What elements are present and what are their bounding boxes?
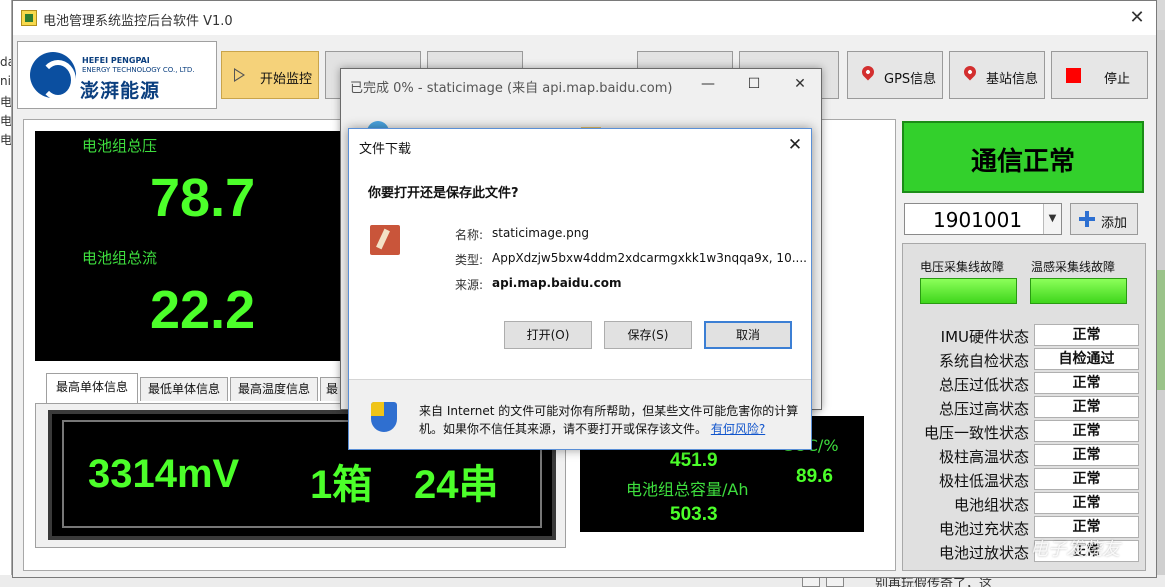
pack-current-value: 22.2 <box>150 280 256 340</box>
risk-link[interactable]: 有何风险? <box>711 422 765 436</box>
pack-gauge-panel: 电池组总压 78.7 电池组总流 22.2 <box>35 131 345 361</box>
bg-view-button[interactable] <box>826 577 844 587</box>
stop-button[interactable]: 停止 <box>1051 51 1148 99</box>
status-name-pole-low-temp: 极柱低温状态 <box>938 472 1029 490</box>
logo-company-name: 澎湃能源 <box>80 80 161 102</box>
bg-text: 电 <box>0 133 11 147</box>
file-source-value: api.map.baidu.com <box>492 276 622 290</box>
status-name-overdischarge: 电池过放状态 <box>938 544 1029 562</box>
save-button[interactable]: 保存(S) <box>604 321 692 349</box>
file-source-key: 来源: <box>455 278 484 292</box>
add-device-label: 添加 <box>1101 216 1128 231</box>
file-name-key: 名称: <box>455 228 484 242</box>
minimize-button[interactable]: — <box>693 73 723 95</box>
close-browser-button[interactable]: ✕ <box>785 73 815 95</box>
status-name-overcharge: 电池过充状态 <box>938 520 1029 538</box>
play-icon <box>234 68 245 82</box>
bg-text: 电 <box>0 95 11 109</box>
bg-view-button[interactable] <box>802 577 820 587</box>
image-file-icon <box>370 225 400 255</box>
tab-min-cell[interactable]: 最低单体信息 <box>140 377 228 401</box>
bg-text: niv <box>0 74 11 88</box>
station-info-button[interactable]: 基站信息 <box>949 51 1045 99</box>
file-type-key: 类型: <box>455 253 484 267</box>
company-logo: HEFEI PENGPAI ENERGY TECHNOLOGY CO., LTD… <box>17 41 217 109</box>
temp-line-fault-label: 温感采集线故障 <box>1031 260 1116 274</box>
voltage-line-fault-led <box>920 278 1017 304</box>
file-type-value: AppXdzjw5bxw4ddm2xdcarmgxkk1w3nqqa9x, 10… <box>492 251 807 265</box>
status-name-overvoltage: 总压过高状态 <box>938 400 1029 418</box>
status-panel: 电压采集线故障 温感采集线故障 IMU硬件状态 正常 系统自检状态 自检通过 总… <box>902 243 1146 571</box>
gps-info-button[interactable]: GPS信息 <box>847 51 943 99</box>
plus-icon <box>1079 211 1095 227</box>
logo-text-line1: HEFEI PENGPAI <box>82 56 150 65</box>
voltage-line-fault-label: 电压采集线故障 <box>920 260 1005 274</box>
capacity-value: 503.3 <box>670 504 718 525</box>
soc-value: 89.6 <box>796 466 833 487</box>
stop-label: 停止 <box>1104 72 1131 87</box>
shield-icon <box>371 402 397 432</box>
status-value-selfcheck: 自检通过 <box>1034 348 1139 370</box>
status-value-pole-low-temp: 正常 <box>1034 468 1139 490</box>
logo-mark-icon <box>30 52 76 100</box>
status-value-overvoltage: 正常 <box>1034 396 1139 418</box>
device-id-select[interactable]: 1901001 ▼ <box>904 203 1062 235</box>
status-value-imu: 正常 <box>1034 324 1139 346</box>
temp-line-fault-led <box>1030 278 1127 304</box>
cell-string-value: 24串 <box>414 463 499 507</box>
start-monitor-label: 开始监控 <box>260 72 313 87</box>
station-info-label: 基站信息 <box>986 72 1039 87</box>
logo-text-line2: ENERGY TECHNOLOGY CO., LTD. <box>82 66 195 74</box>
status-name-imu: IMU硬件状态 <box>940 328 1029 346</box>
chevron-down-icon[interactable]: ▼ <box>1043 204 1061 234</box>
cancel-button[interactable]: 取消 <box>704 321 792 349</box>
status-name-pole-high-temp: 极柱高温状态 <box>938 448 1029 466</box>
file-download-dialog: 文件下载 ✕ 你要打开还是保存此文件? 名称: staticimage.png … <box>348 128 812 450</box>
status-value-pole-high-temp: 正常 <box>1034 444 1139 466</box>
start-monitor-button[interactable]: 开始监控 <box>221 51 319 99</box>
dialog-title: 文件下载 <box>359 142 412 157</box>
gps-info-label: GPS信息 <box>884 72 937 87</box>
status-value-undervoltage: 正常 <box>1034 372 1139 394</box>
tab-max-cell[interactable]: 最高单体信息 <box>46 373 138 403</box>
map-pin-icon <box>961 63 979 81</box>
file-name-value: staticimage.png <box>492 226 589 240</box>
comm-status-text: 通信正常 <box>970 147 1075 177</box>
status-value-consistency: 正常 <box>1034 420 1139 442</box>
capacity-label: 电池组总容量/Ah <box>626 480 749 499</box>
status-name-pack: 电池组状态 <box>953 496 1029 514</box>
maximize-button[interactable]: ☐ <box>739 73 769 95</box>
status-value-pack: 正常 <box>1034 492 1139 514</box>
background-window-strip: da niv 电 电 电 <box>0 0 12 587</box>
device-id-value: 1901001 <box>933 208 1023 232</box>
status-name-undervoltage: 总压过低状态 <box>938 376 1029 394</box>
browser-progress-title: 已完成 0% - staticimage (来自 api.map.baidu.c… <box>350 81 673 96</box>
pack-voltage-label: 电池组总压 <box>82 137 158 155</box>
pack-current-label: 电池组总流 <box>82 249 158 267</box>
close-dialog-button[interactable]: ✕ <box>783 133 807 157</box>
top-value: 451.9 <box>670 450 718 471</box>
dialog-question: 你要打开还是保存此文件? <box>368 186 519 201</box>
title-bar: 电池管理系统监控后台软件 V1.0 ✕ <box>13 1 1156 35</box>
warning-message: 来自 Internet 的文件可能对你有所帮助，但某些文件可能危害你的计算机。如… <box>419 402 799 438</box>
tab-max-temp[interactable]: 最高温度信息 <box>230 377 318 401</box>
pack-voltage-value: 78.7 <box>150 168 256 228</box>
stop-icon <box>1066 68 1081 83</box>
open-button[interactable]: 打开(O) <box>504 321 592 349</box>
cell-box-value: 1箱 <box>310 463 373 507</box>
status-name-consistency: 电压一致性状态 <box>923 424 1029 442</box>
watermark-text: 电子发烧友 <box>1030 539 1120 560</box>
bg-text: 电 <box>0 114 11 128</box>
app-icon <box>21 10 37 26</box>
window-title: 电池管理系统监控后台软件 V1.0 <box>43 14 233 29</box>
bg-text: da <box>0 55 11 69</box>
close-window-button[interactable]: ✕ <box>1123 5 1151 31</box>
cell-voltage-value: 3314mV <box>88 452 240 496</box>
dialog-warning-footer: 来自 Internet 的文件可能对你有所帮助，但某些文件可能危害你的计算机。如… <box>349 379 811 449</box>
status-name-selfcheck: 系统自检状态 <box>938 352 1029 370</box>
add-device-button[interactable]: 添加 <box>1070 203 1138 235</box>
map-pin-icon <box>859 63 877 81</box>
comm-status-indicator: 通信正常 <box>902 121 1144 193</box>
